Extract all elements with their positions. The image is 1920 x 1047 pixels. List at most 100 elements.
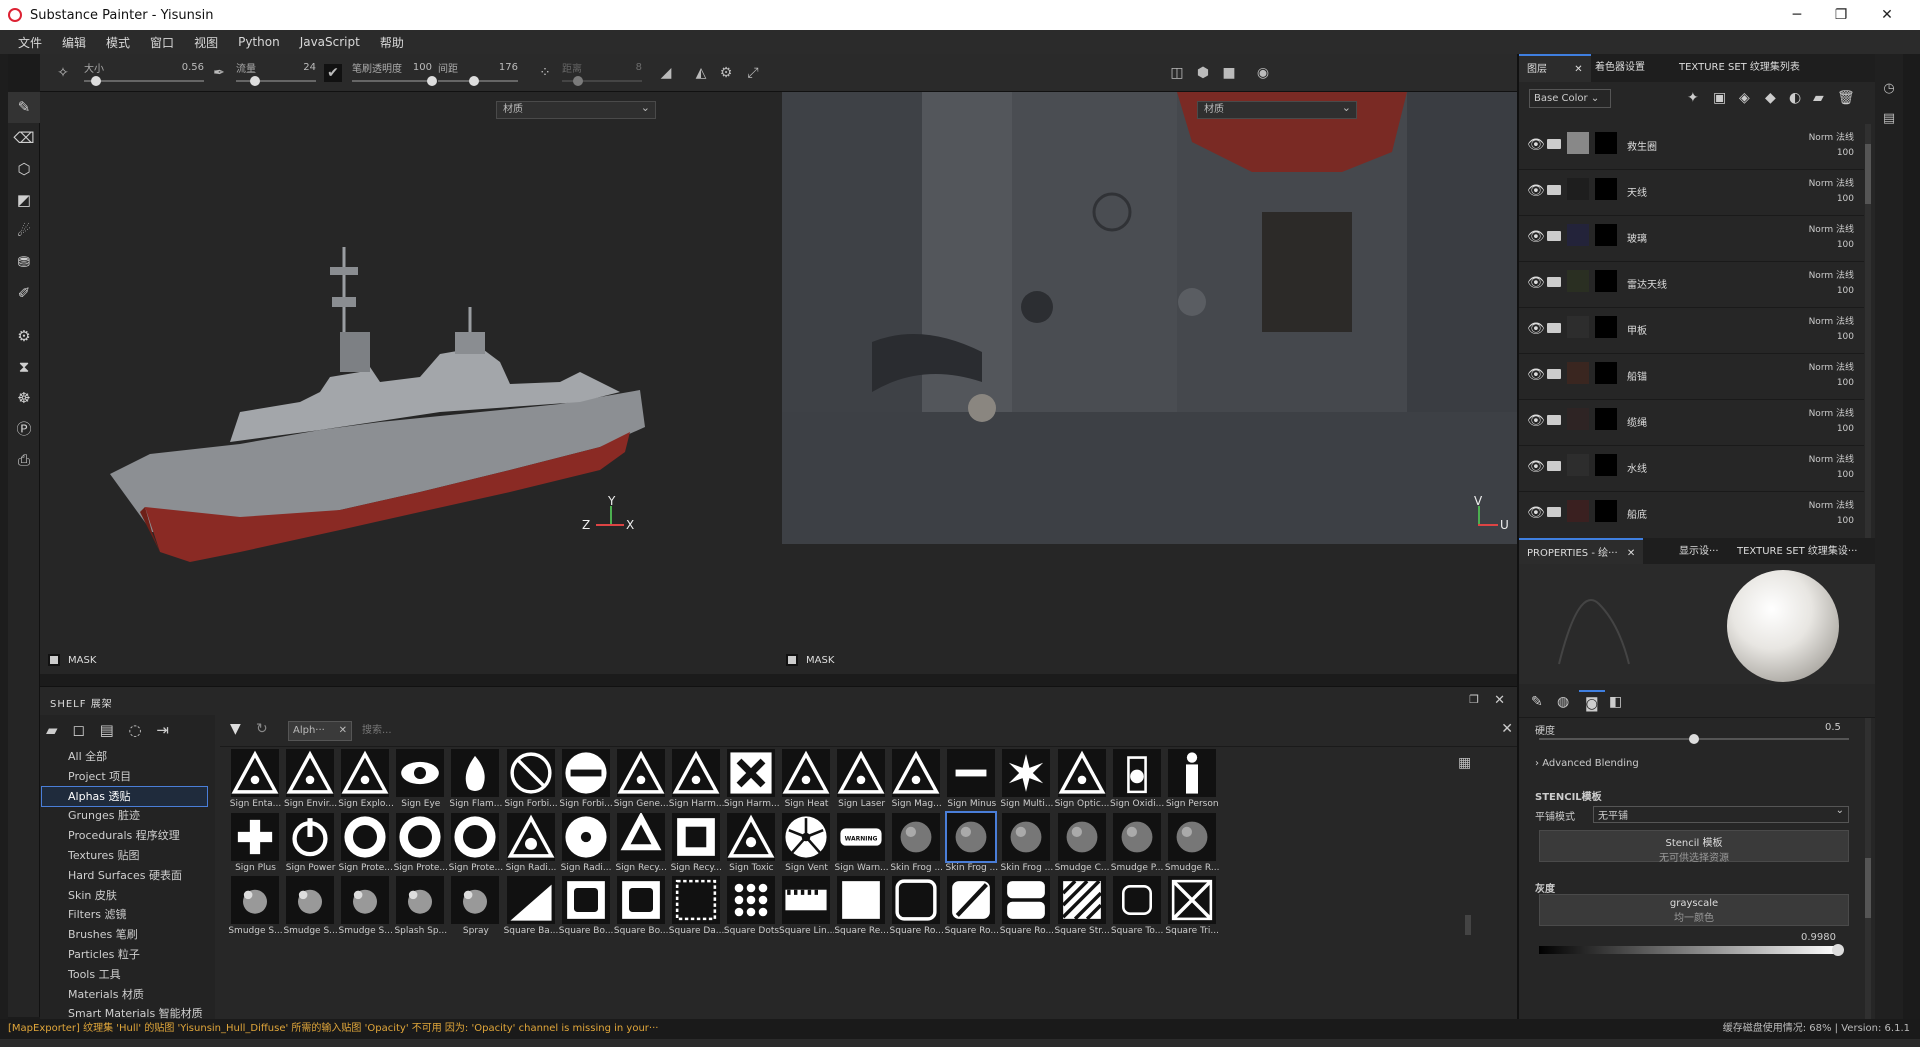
export-icon[interactable]: ⎙	[8, 445, 40, 476]
shelf-item[interactable]: Sign Recy...	[614, 811, 669, 874]
layer-row[interactable]: 👁 雷达天线 Norm 法线 100	[1519, 262, 1864, 308]
photoshop-icon[interactable]: Ⓟ	[8, 414, 40, 445]
material-dropdown-3d[interactable]: 材质	[496, 100, 656, 119]
shelf-item[interactable]: Square Ro...	[889, 874, 944, 937]
maximize-icon[interactable]: ❐	[1818, 0, 1864, 30]
flow-slider[interactable]: 流量 24	[236, 58, 316, 88]
visibility-eye-icon[interactable]: 👁	[1527, 183, 1545, 199]
shelf-item[interactable]: Square Ba...	[504, 874, 559, 937]
layer-row[interactable]: 👁 船底 Norm 法线 100	[1519, 492, 1864, 534]
shelf-category[interactable]: Tools 工具	[40, 965, 215, 985]
clear-search-icon[interactable]: ✕	[1501, 721, 1513, 737]
shelf-item[interactable]: Sign Prote...	[448, 811, 503, 874]
layer-opacity[interactable]: 100	[1837, 194, 1854, 204]
shelf-category[interactable]: Filters 滤镜	[40, 905, 215, 925]
shelf-item[interactable]: Sign Forbi...	[504, 747, 559, 810]
layer-blend-mode[interactable]: Norm 法线	[1809, 176, 1854, 189]
tiling-dropdown[interactable]: 无平铺 ⌄	[1593, 805, 1849, 823]
visibility-eye-icon[interactable]: 👁	[1527, 137, 1545, 153]
camera-icon[interactable]: ■	[1220, 64, 1238, 82]
shelf-item[interactable]: Sign Radi...	[559, 811, 614, 874]
shelf-category[interactable]: Grunges 脏迹	[40, 806, 215, 826]
history-icon[interactable]: ◷	[1875, 74, 1903, 104]
add-layer-icon[interactable]: ◈	[1739, 90, 1750, 106]
symmetry-icon[interactable]: ◭	[692, 64, 710, 82]
shelf-item[interactable]: Sign Flam...	[448, 747, 503, 810]
shelf-item[interactable]: Skin Frog ...	[944, 810, 999, 874]
hide-icon[interactable]: ◌	[129, 721, 142, 739]
tab-close-icon[interactable]: ✕	[1574, 64, 1582, 75]
shelf-item[interactable]: Square Ro...	[999, 874, 1054, 937]
shelf-item[interactable]: Sign Forbi...	[559, 747, 614, 810]
stencil-resource-button[interactable]: Stencil 模板 无可供选择资源	[1539, 830, 1849, 864]
shelf-item[interactable]: Sign Plus	[228, 811, 283, 874]
eraser-icon[interactable]: ⌫	[8, 123, 40, 154]
visibility-eye-icon[interactable]: 👁	[1527, 229, 1545, 245]
brush-preset-icon[interactable]: ✧	[54, 64, 72, 82]
polygon-fill-icon[interactable]: ◩	[8, 185, 40, 216]
menu-mode[interactable]: 模式	[106, 34, 130, 51]
view-mode-2d3d-icon[interactable]: ◫	[1168, 64, 1186, 82]
shelf-item[interactable]: Smudge S...	[283, 874, 338, 937]
filter-icon[interactable]: ▼	[230, 721, 241, 737]
tab-texture-set-settings[interactable]: TEXTURE SET 纹理集设···	[1729, 538, 1865, 566]
stencil-tab-icon[interactable]: ◧	[1609, 694, 1622, 710]
channel-dropdown[interactable]: Base Color ⌄	[1529, 89, 1611, 108]
layer-blend-mode[interactable]: Norm 法线	[1809, 360, 1854, 373]
shelf-item[interactable]: Sign Prote...	[338, 811, 393, 874]
tab-display-settings[interactable]: 显示设···	[1671, 538, 1727, 566]
shelf-item[interactable]: Sign Laser	[834, 747, 889, 810]
shelf-category[interactable]: Hard Surfaces 硬表面	[40, 866, 215, 886]
layer-row[interactable]: 👁 天线 Norm 法线 100	[1519, 170, 1864, 216]
cube-view-icon[interactable]: ⬢	[1194, 64, 1212, 82]
lazy-mouse-icon[interactable]: ⁘	[536, 64, 554, 82]
shelf-item[interactable]: Sign Radi...	[504, 811, 559, 874]
menu-python[interactable]: Python	[238, 35, 280, 49]
layer-blend-mode[interactable]: Norm 法线	[1809, 222, 1854, 235]
iray-icon[interactable]: ⧗	[8, 352, 40, 383]
log-icon[interactable]: ▤	[1875, 104, 1903, 134]
shelf-category[interactable]: Procedurals 程序纹理	[40, 826, 215, 846]
filter-chip[interactable]: Alph··· ✕	[288, 721, 352, 741]
shelf-item[interactable]: Sign Person	[1165, 747, 1220, 810]
shelf-category[interactable]: Particles 粒子	[40, 945, 215, 965]
shelf-close-icon[interactable]: ✕	[1494, 693, 1505, 708]
shelf-item[interactable]: Sign Mag...	[889, 747, 944, 810]
shelf-category[interactable]: All 全部	[40, 747, 215, 767]
brush-tab-icon[interactable]: ✎	[1531, 694, 1543, 710]
menu-edit[interactable]: 编辑	[62, 34, 86, 51]
pen-pressure-icon[interactable]: ✒	[210, 64, 228, 82]
mask-toggle-3d[interactable]: MASK	[48, 654, 96, 666]
visibility-eye-icon[interactable]: 👁	[1527, 459, 1545, 475]
tab-layers[interactable]: 图层 ✕	[1519, 54, 1591, 82]
add-effect-icon[interactable]: ✦	[1687, 90, 1699, 106]
visibility-eye-icon[interactable]: 👁	[1527, 367, 1545, 383]
bake-icon[interactable]: ⚙	[8, 321, 40, 352]
tab-shader-settings[interactable]: 着色器设置	[1587, 54, 1653, 82]
shelf-item[interactable]: Smudge S...	[338, 874, 393, 937]
layer-opacity[interactable]: 100	[1837, 516, 1854, 526]
hardness-slider[interactable]	[1539, 734, 1849, 744]
layer-row[interactable]: 👁 船锚 Norm 法线 100	[1519, 354, 1864, 400]
material-dropdown-2d[interactable]: 材质	[1197, 100, 1357, 119]
menu-javascript[interactable]: JavaScript	[300, 35, 360, 49]
paint-brush-icon[interactable]: ✎	[8, 92, 40, 123]
shelf-item[interactable]: Sign Recy...	[669, 811, 724, 874]
shelf-item[interactable]: Square Bo...	[614, 874, 669, 937]
shelf-item[interactable]: Square Lin...	[779, 874, 834, 937]
flow-pressure-icon[interactable]: ✔	[324, 64, 342, 82]
shelf-item[interactable]: Sign Vent	[779, 811, 834, 874]
chip-remove-icon[interactable]: ✕	[339, 722, 347, 740]
shelf-item[interactable]: Smudge P...	[1110, 811, 1165, 874]
shelf-item[interactable]: Sign Gene...	[614, 747, 669, 810]
layer-opacity[interactable]: 100	[1837, 240, 1854, 250]
distance-slider[interactable]: 距离 8	[562, 58, 642, 88]
shelf-item[interactable]: Square Tri...	[1165, 874, 1220, 937]
tab-close-icon[interactable]: ✕	[1627, 548, 1635, 559]
layer-blend-mode[interactable]: Norm 法线	[1809, 498, 1854, 511]
shelf-item[interactable]: Smudge C...	[1055, 811, 1110, 874]
menu-window[interactable]: 窗口	[150, 34, 174, 51]
visibility-eye-icon[interactable]: 👁	[1527, 321, 1545, 337]
shelf-item[interactable]: Sign Multi...	[999, 747, 1054, 810]
shelf-item[interactable]: Square Bo...	[559, 874, 614, 937]
